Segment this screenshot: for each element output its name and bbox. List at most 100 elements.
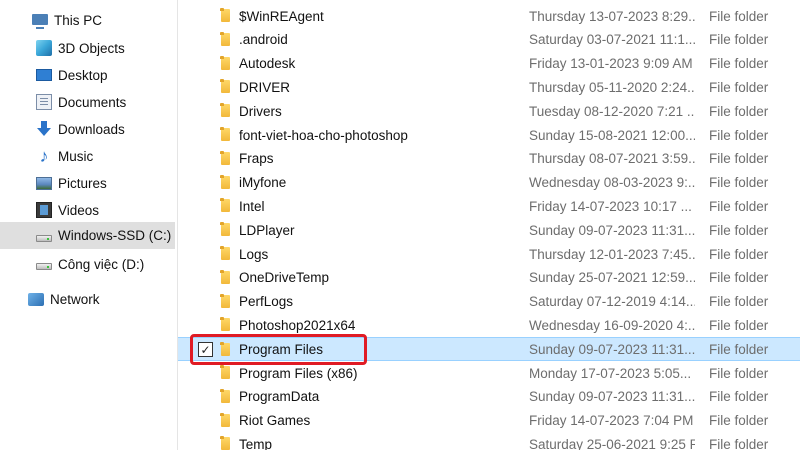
drive-icon — [36, 234, 52, 242]
file-row[interactable]: Logs Thursday 12-01-2023 7:45... File fold… — [178, 242, 800, 266]
nav-item-label: Network — [50, 291, 100, 307]
folder-icon — [220, 55, 230, 70]
file-type: File folder — [709, 294, 769, 310]
file-name: DRIVER — [239, 79, 291, 95]
file-type: File folder — [709, 103, 769, 119]
computer-icon — [32, 13, 48, 29]
file-row[interactable]: OneDriveTemp Sunday 25-07-2021 12:59... Fi… — [178, 266, 800, 290]
file-row[interactable]: ProgramData Sunday 09-07-2023 11:31... Fil… — [178, 385, 800, 409]
annotation-highlight-box — [190, 334, 367, 365]
nav-item-cong-viec[interactable]: Công việc (D:) — [0, 251, 178, 277]
file-name: $WinREAgent — [239, 8, 324, 24]
folder-icon — [220, 222, 230, 237]
file-type: File folder — [709, 32, 769, 48]
file-date-modified: Thursday 12-01-2023 7:45... — [529, 246, 695, 262]
file-date-modified: Wednesday 16-09-2020 4:... — [529, 317, 695, 333]
file-name: OneDriveTemp — [239, 270, 330, 286]
folder-icon — [220, 127, 230, 141]
folder-icon — [220, 246, 230, 260]
folder-icon — [220, 31, 230, 46]
nav-item-label: Documents — [58, 94, 127, 110]
file-type: File folder — [709, 389, 769, 405]
nav-item-label: 3D Objects — [58, 40, 125, 56]
nav-item-videos[interactable]: Videos — [0, 197, 178, 223]
desktop-icon — [36, 69, 52, 81]
file-type: File folder — [709, 341, 769, 357]
documents-icon — [36, 94, 52, 110]
nav-item-this-pc[interactable]: This PC — [0, 7, 178, 33]
file-name: Fraps — [239, 151, 274, 167]
file-type: File folder — [709, 365, 769, 381]
file-date-modified: Thursday 05-11-2020 2:24... — [529, 79, 695, 95]
folder-icon — [220, 269, 230, 284]
folder-icon — [220, 436, 230, 450]
folder-icon — [220, 8, 230, 22]
file-row[interactable]: $WinREAgent Thursday 13-07-2023 8:29... Fi… — [178, 4, 800, 28]
folder-icon — [220, 365, 230, 379]
folder-icon — [220, 388, 230, 403]
file-type: File folder — [709, 436, 769, 450]
file-name: LDPlayer — [239, 222, 295, 238]
file-name: Drivers — [239, 103, 282, 119]
folder-icon — [220, 174, 230, 189]
file-date-modified: Sunday 25-07-2021 12:59... — [529, 270, 695, 286]
file-date-modified: Sunday 09-07-2023 11:31... — [529, 389, 695, 405]
file-date-modified: Saturday 25-06-2021 9:25 PM — [529, 436, 695, 450]
file-type: File folder — [709, 270, 769, 286]
file-date-modified: Tuesday 08-12-2020 7:21 ... — [529, 103, 695, 119]
navigation-pane: This PC 3D Objects Desktop Documents Dow… — [0, 0, 178, 450]
file-row[interactable]: Drivers Tuesday 08-12-2020 7:21 ... File f… — [178, 99, 800, 123]
nav-item-documents[interactable]: Documents — [0, 89, 178, 115]
file-type: File folder — [709, 127, 769, 143]
file-date-modified: Friday 14-07-2023 10:17 ... — [529, 198, 692, 214]
file-name: iMyfone — [239, 175, 287, 191]
file-row[interactable]: DRIVER Thursday 05-11-2020 2:24... File fo… — [178, 75, 800, 99]
file-name: Autodesk — [239, 56, 296, 72]
file-type: File folder — [709, 198, 769, 214]
nav-item-label: Videos — [58, 202, 100, 218]
file-row[interactable]: iMyfone Wednesday 08-03-2023 9:... File fo… — [178, 171, 800, 195]
nav-item-windows-ssd[interactable]: Windows-SSD (C:) — [0, 222, 175, 249]
nav-item-desktop[interactable]: Desktop — [0, 62, 178, 88]
file-type: File folder — [709, 56, 769, 72]
file-name: Logs — [239, 246, 269, 262]
folder-icon — [220, 79, 230, 94]
nav-item-downloads[interactable]: Downloads — [0, 116, 178, 142]
nav-item-music[interactable]: ♪ Music — [0, 143, 178, 169]
file-date-modified: Thursday 13-07-2023 8:29... — [529, 8, 695, 24]
nav-item-3d-objects[interactable]: 3D Objects — [0, 35, 178, 61]
file-row[interactable]: .android Saturday 03-07-2021 11:1... File … — [178, 28, 800, 52]
file-row[interactable]: Riot Games Friday 14-07-2023 7:04 PM File … — [178, 409, 800, 433]
file-row[interactable]: Intel Friday 14-07-2023 10:17 ... File fol… — [178, 194, 800, 218]
folder-icon — [220, 103, 230, 118]
file-date-modified: Saturday 03-07-2021 11:1... — [529, 32, 695, 48]
file-date-modified: Wednesday 08-03-2023 9:... — [529, 175, 695, 191]
nav-item-pictures[interactable]: Pictures — [0, 170, 178, 196]
file-date-modified: Saturday 07-12-2019 4:14... — [529, 294, 695, 310]
file-name: Intel — [239, 198, 265, 214]
file-name: .android — [239, 32, 288, 48]
folder-icon — [220, 412, 230, 427]
file-row[interactable]: PerfLogs Saturday 07-12-2019 4:14... File … — [178, 290, 800, 314]
file-row[interactable]: LDPlayer Sunday 09-07-2023 11:31... File f… — [178, 218, 800, 242]
nav-item-label: Desktop — [58, 67, 108, 83]
film-icon — [36, 202, 52, 218]
file-type: File folder — [709, 175, 769, 191]
file-name: Photoshop2021x64 — [239, 317, 356, 333]
file-date-modified: Sunday 15-08-2021 12:00... — [529, 127, 695, 143]
nav-item-label: Công việc (D:) — [58, 256, 145, 272]
nav-item-network[interactable]: Network — [0, 286, 178, 312]
file-date-modified: Sunday 09-07-2023 11:31... — [529, 222, 695, 238]
file-row[interactable]: Autodesk Friday 13-01-2023 9:09 AM File fo… — [178, 52, 800, 76]
file-type: File folder — [709, 317, 769, 333]
nav-item-label: Windows-SSD (C:) — [58, 228, 172, 243]
file-name: ProgramData — [239, 389, 320, 405]
file-row[interactable]: Fraps Thursday 08-07-2021 3:59... File fol… — [178, 147, 800, 171]
nav-item-label: This PC — [54, 12, 103, 28]
folder-icon — [220, 198, 230, 213]
file-row[interactable]: Temp Saturday 25-06-2021 9:25 PM File fold… — [178, 432, 800, 450]
cube-icon — [36, 40, 52, 56]
file-type: File folder — [709, 222, 769, 238]
file-row[interactable]: font-viet-hoa-cho-photoshop Sunday 15-08-… — [178, 123, 800, 147]
file-list: $WinREAgent Thursday 13-07-2023 8:29... Fi… — [178, 0, 800, 450]
